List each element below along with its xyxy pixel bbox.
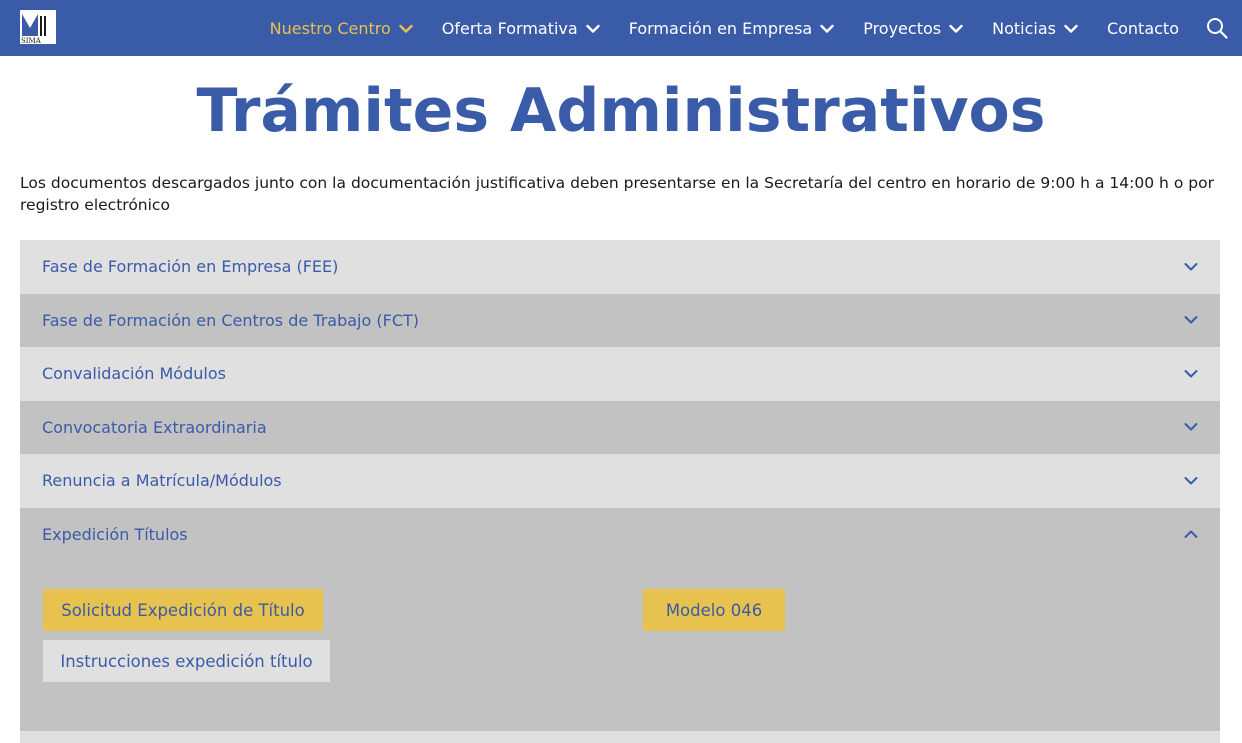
accordion-item-fee: Fase de Formación en Empresa (FEE)	[20, 240, 1220, 294]
chevron-down-icon	[1064, 19, 1078, 38]
search-button[interactable]	[1206, 17, 1228, 39]
accordion-header-fee[interactable]: Fase de Formación en Empresa (FEE)	[20, 240, 1220, 294]
nav-label: Noticias	[992, 18, 1056, 38]
chevron-down-icon	[820, 19, 834, 38]
main-nav: Nuestro Centro Oferta Formativa Formació…	[270, 0, 1242, 56]
chevron-down-icon	[1184, 476, 1198, 485]
accordion-item-fct: Fase de Formación en Centros de Trabajo …	[20, 293, 1220, 347]
page-title: Trámites Administrativos	[196, 76, 1046, 146]
chevron-down-icon	[586, 19, 600, 38]
chevron-up-icon	[1184, 530, 1198, 539]
chevron-down-icon	[399, 19, 413, 38]
accordion-header-expedicion[interactable]: Expedición Títulos	[20, 507, 1220, 561]
chevron-down-icon	[1184, 316, 1198, 324]
nav-nuestro-centro[interactable]: Nuestro Centro	[270, 19, 413, 38]
nav-contacto[interactable]: Contacto	[1107, 19, 1179, 38]
accordion-header-convocatoria[interactable]: Convocatoria Extraordinaria	[20, 400, 1220, 454]
accordion-item-convocatoria: Convocatoria Extraordinaria	[20, 400, 1220, 454]
nav-formacion-empresa[interactable]: Formación en Empresa	[629, 19, 835, 38]
nav-label: Nuestro Centro	[269, 18, 391, 38]
svg-text:SIMA: SIMA	[21, 37, 42, 44]
accordion-item-expedicion: Expedición Títulos Solicitud Expedición …	[20, 507, 1220, 731]
accordion-item-renuncia: Renuncia a Matrícula/Módulos	[20, 454, 1220, 508]
modelo-046-button[interactable]: Modelo 046	[643, 589, 785, 631]
site-logo[interactable]: SIMA	[20, 10, 56, 44]
accordion-title: Fase de Formación en Empresa (FEE)	[42, 257, 339, 277]
accordion-next-item	[20, 731, 1220, 743]
accordion-header-convalidacion[interactable]: Convalidación Módulos	[20, 347, 1220, 401]
accordion-panel-expedicion: Solicitud Expedición de Título Modelo 04…	[20, 561, 1220, 731]
chevron-down-icon	[1184, 369, 1198, 378]
chevron-down-icon	[1184, 262, 1198, 271]
logo-mark-icon: SIMA	[20, 10, 56, 44]
accordion-header-fct[interactable]: Fase de Formación en Centros de Trabajo …	[20, 293, 1220, 347]
chevron-down-icon	[1184, 423, 1198, 431]
tramites-accordion: Fase de Formación en Empresa (FEE) Fase …	[20, 240, 1220, 743]
accordion-title: Convalidación Módulos	[42, 364, 226, 384]
search-icon	[1207, 18, 1228, 39]
accordion-title: Renuncia a Matrícula/Módulos	[42, 471, 282, 491]
accordion-title: Fase de Formación en Centros de Trabajo …	[42, 310, 419, 330]
intro-paragraph: Los documentos descargados junto con la …	[20, 174, 1214, 214]
nav-noticias[interactable]: Noticias	[992, 19, 1078, 38]
accordion-title: Expedición Títulos	[42, 524, 188, 544]
top-navigation-bar: SIMA Nuestro Centro Oferta Formativa For…	[0, 0, 1242, 56]
nav-label: Oferta Formativa	[441, 18, 578, 38]
solicitud-expedicion-button[interactable]: Solicitud Expedición de Título	[43, 589, 323, 631]
instrucciones-expedicion-button[interactable]: Instrucciones expedición título	[43, 640, 330, 682]
chevron-down-icon	[949, 19, 963, 38]
accordion-header-renuncia[interactable]: Renuncia a Matrícula/Módulos	[20, 454, 1220, 508]
nav-label: Proyectos	[863, 18, 942, 38]
accordion-title: Convocatoria Extraordinaria	[42, 417, 267, 437]
accordion-item-convalidacion: Convalidación Módulos	[20, 347, 1220, 401]
nav-label: Formación en Empresa	[628, 18, 813, 38]
nav-proyectos[interactable]: Proyectos	[863, 19, 963, 38]
nav-label: Contacto	[1106, 18, 1179, 38]
nav-oferta-formativa[interactable]: Oferta Formativa	[442, 19, 600, 38]
